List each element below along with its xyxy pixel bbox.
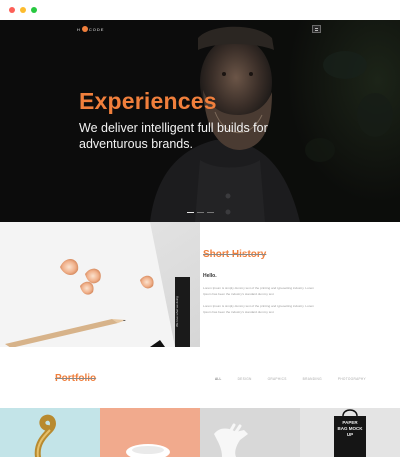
site-logo[interactable]: H CODE (77, 26, 104, 32)
portfolio-filters: ALL DESIGN GRAPHICS BRANDING PHOTOGRAPHY (215, 377, 366, 381)
gold-figure-image (0, 408, 100, 457)
vertical-tagline: We love what we doing (175, 296, 179, 328)
history-section: We love what we doing Short History Hell… (0, 222, 400, 347)
portfolio-item-cup[interactable] (100, 408, 200, 457)
slider-dot-2[interactable] (197, 212, 204, 213)
portfolio-item-gold-figure[interactable] (0, 408, 100, 457)
paper-bag-label: PAPER BAG MOCK UP (337, 420, 363, 437)
filter-branding[interactable]: BRANDING (303, 377, 322, 381)
slider-dot-3[interactable] (207, 212, 214, 213)
hamburger-icon[interactable] (312, 25, 321, 33)
cup-image (100, 408, 200, 457)
portfolio-section: Portfolio ALL DESIGN GRAPHICS BRANDING P… (0, 347, 400, 457)
hero-section: H CODE Experiences We deliver intelligen… (0, 20, 400, 222)
white-hand-image (200, 408, 300, 457)
filter-graphics[interactable]: GRAPHICS (268, 377, 287, 381)
filter-all[interactable]: ALL (215, 377, 222, 381)
window-chrome (0, 0, 400, 20)
history-paragraph-2: Lorem Ipsum is simply dummy text of the … (203, 304, 315, 314)
history-greeting: Hello. (203, 273, 217, 279)
filter-photography[interactable]: PHOTOGRAPHY (338, 377, 366, 381)
hero-title: Experiences (79, 88, 217, 114)
portfolio-item-hand[interactable] (200, 408, 300, 457)
logo-letter-h: H (77, 26, 81, 32)
filter-design[interactable]: DESIGN (238, 377, 252, 381)
maximize-window-button[interactable] (31, 7, 37, 13)
logo-text: CODE (88, 26, 105, 32)
minimize-window-button[interactable] (20, 7, 26, 13)
portfolio-title: Portfolio (55, 373, 97, 384)
history-title: Short History (203, 249, 267, 260)
close-window-button[interactable] (9, 7, 15, 13)
logo-circle-icon (81, 26, 88, 32)
history-paragraph-1: Lorem Ipsum is simply dummy text of the … (203, 286, 315, 296)
hero-subtitle: We deliver intelligent full builds for a… (79, 121, 268, 151)
portfolio-item-paper-bag[interactable]: PAPER BAG MOCK UP (300, 408, 400, 457)
desk-photo-pencil-shavings (0, 222, 200, 347)
slider-pagination (187, 212, 214, 213)
slider-dot-1[interactable] (187, 212, 194, 213)
